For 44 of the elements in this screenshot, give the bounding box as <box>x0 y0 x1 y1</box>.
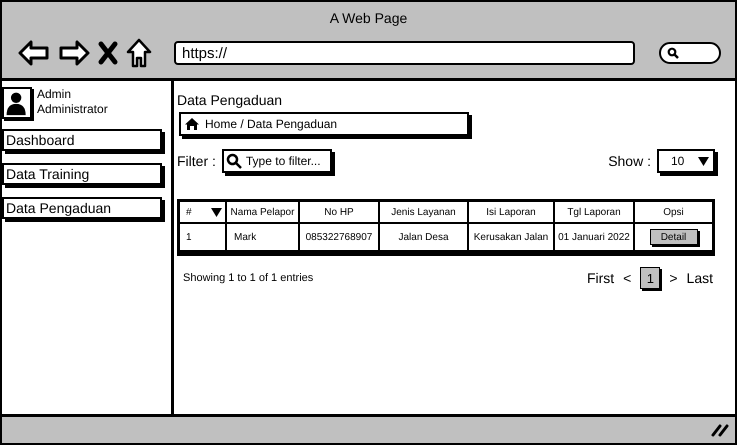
column-header: # <box>186 206 192 218</box>
column-header: Nama Pelapor <box>226 201 299 223</box>
nav-item[interactable]: Data Pengaduan <box>2 197 162 219</box>
table-cell: Mark <box>226 223 299 251</box>
column-header: Isi Laporan <box>468 201 554 223</box>
table-cell: Kerusakan Jalan <box>468 223 554 251</box>
forward-arrow-icon[interactable] <box>58 40 90 66</box>
dropdown-arrow-icon <box>698 156 709 166</box>
page-size-dropdown[interactable]: 10 <box>657 149 715 173</box>
close-icon[interactable] <box>98 41 118 65</box>
previous-page-link[interactable]: < <box>623 270 632 286</box>
column-header: Jenis Layanan <box>379 201 468 223</box>
page-title: Data Pengaduan <box>177 92 284 108</box>
entries-info: Showing 1 to 1 of 1 entries <box>183 272 314 284</box>
first-page-link[interactable]: First <box>586 270 614 286</box>
nav-item[interactable]: Data Training <box>2 163 162 185</box>
page-number[interactable]: 1 <box>640 267 660 289</box>
sort-icon[interactable] <box>211 208 222 216</box>
resize-grip-icon[interactable] <box>711 423 729 437</box>
address-field[interactable]: https:// <box>174 41 635 65</box>
window-title: A Web Page <box>328 9 408 26</box>
home-icon[interactable] <box>126 38 152 68</box>
show-label: Show : <box>608 153 651 169</box>
back-arrow-icon[interactable] <box>18 40 50 66</box>
column-header: No HP <box>299 201 379 223</box>
table-cell: 1 <box>179 223 226 251</box>
user-role: Administrator <box>37 102 108 117</box>
search-field[interactable] <box>659 42 721 64</box>
table-cell: 01 Januari 2022 <box>554 223 634 251</box>
user-name: Admin <box>37 87 72 102</box>
next-page-link[interactable]: > <box>669 270 678 286</box>
search-icon <box>667 47 679 59</box>
breadcrumb-text[interactable]: Home / Data Pengaduan <box>205 117 338 131</box>
filter-field[interactable]: Type to filter... <box>222 149 332 173</box>
nav-item[interactable]: Dashboard <box>2 129 162 151</box>
detail-button[interactable]: Detail <box>650 229 698 245</box>
column-header: Tgl Laporan <box>554 201 634 223</box>
table-cell: 085322768907 <box>299 223 379 251</box>
filter-label: Filter : <box>177 153 216 169</box>
table-cell: Jalan Desa <box>379 223 468 251</box>
home-icon[interactable] <box>184 117 200 131</box>
last-page-link[interactable]: Last <box>686 270 713 286</box>
search-icon <box>226 153 242 169</box>
column-header: Opsi <box>634 201 713 223</box>
